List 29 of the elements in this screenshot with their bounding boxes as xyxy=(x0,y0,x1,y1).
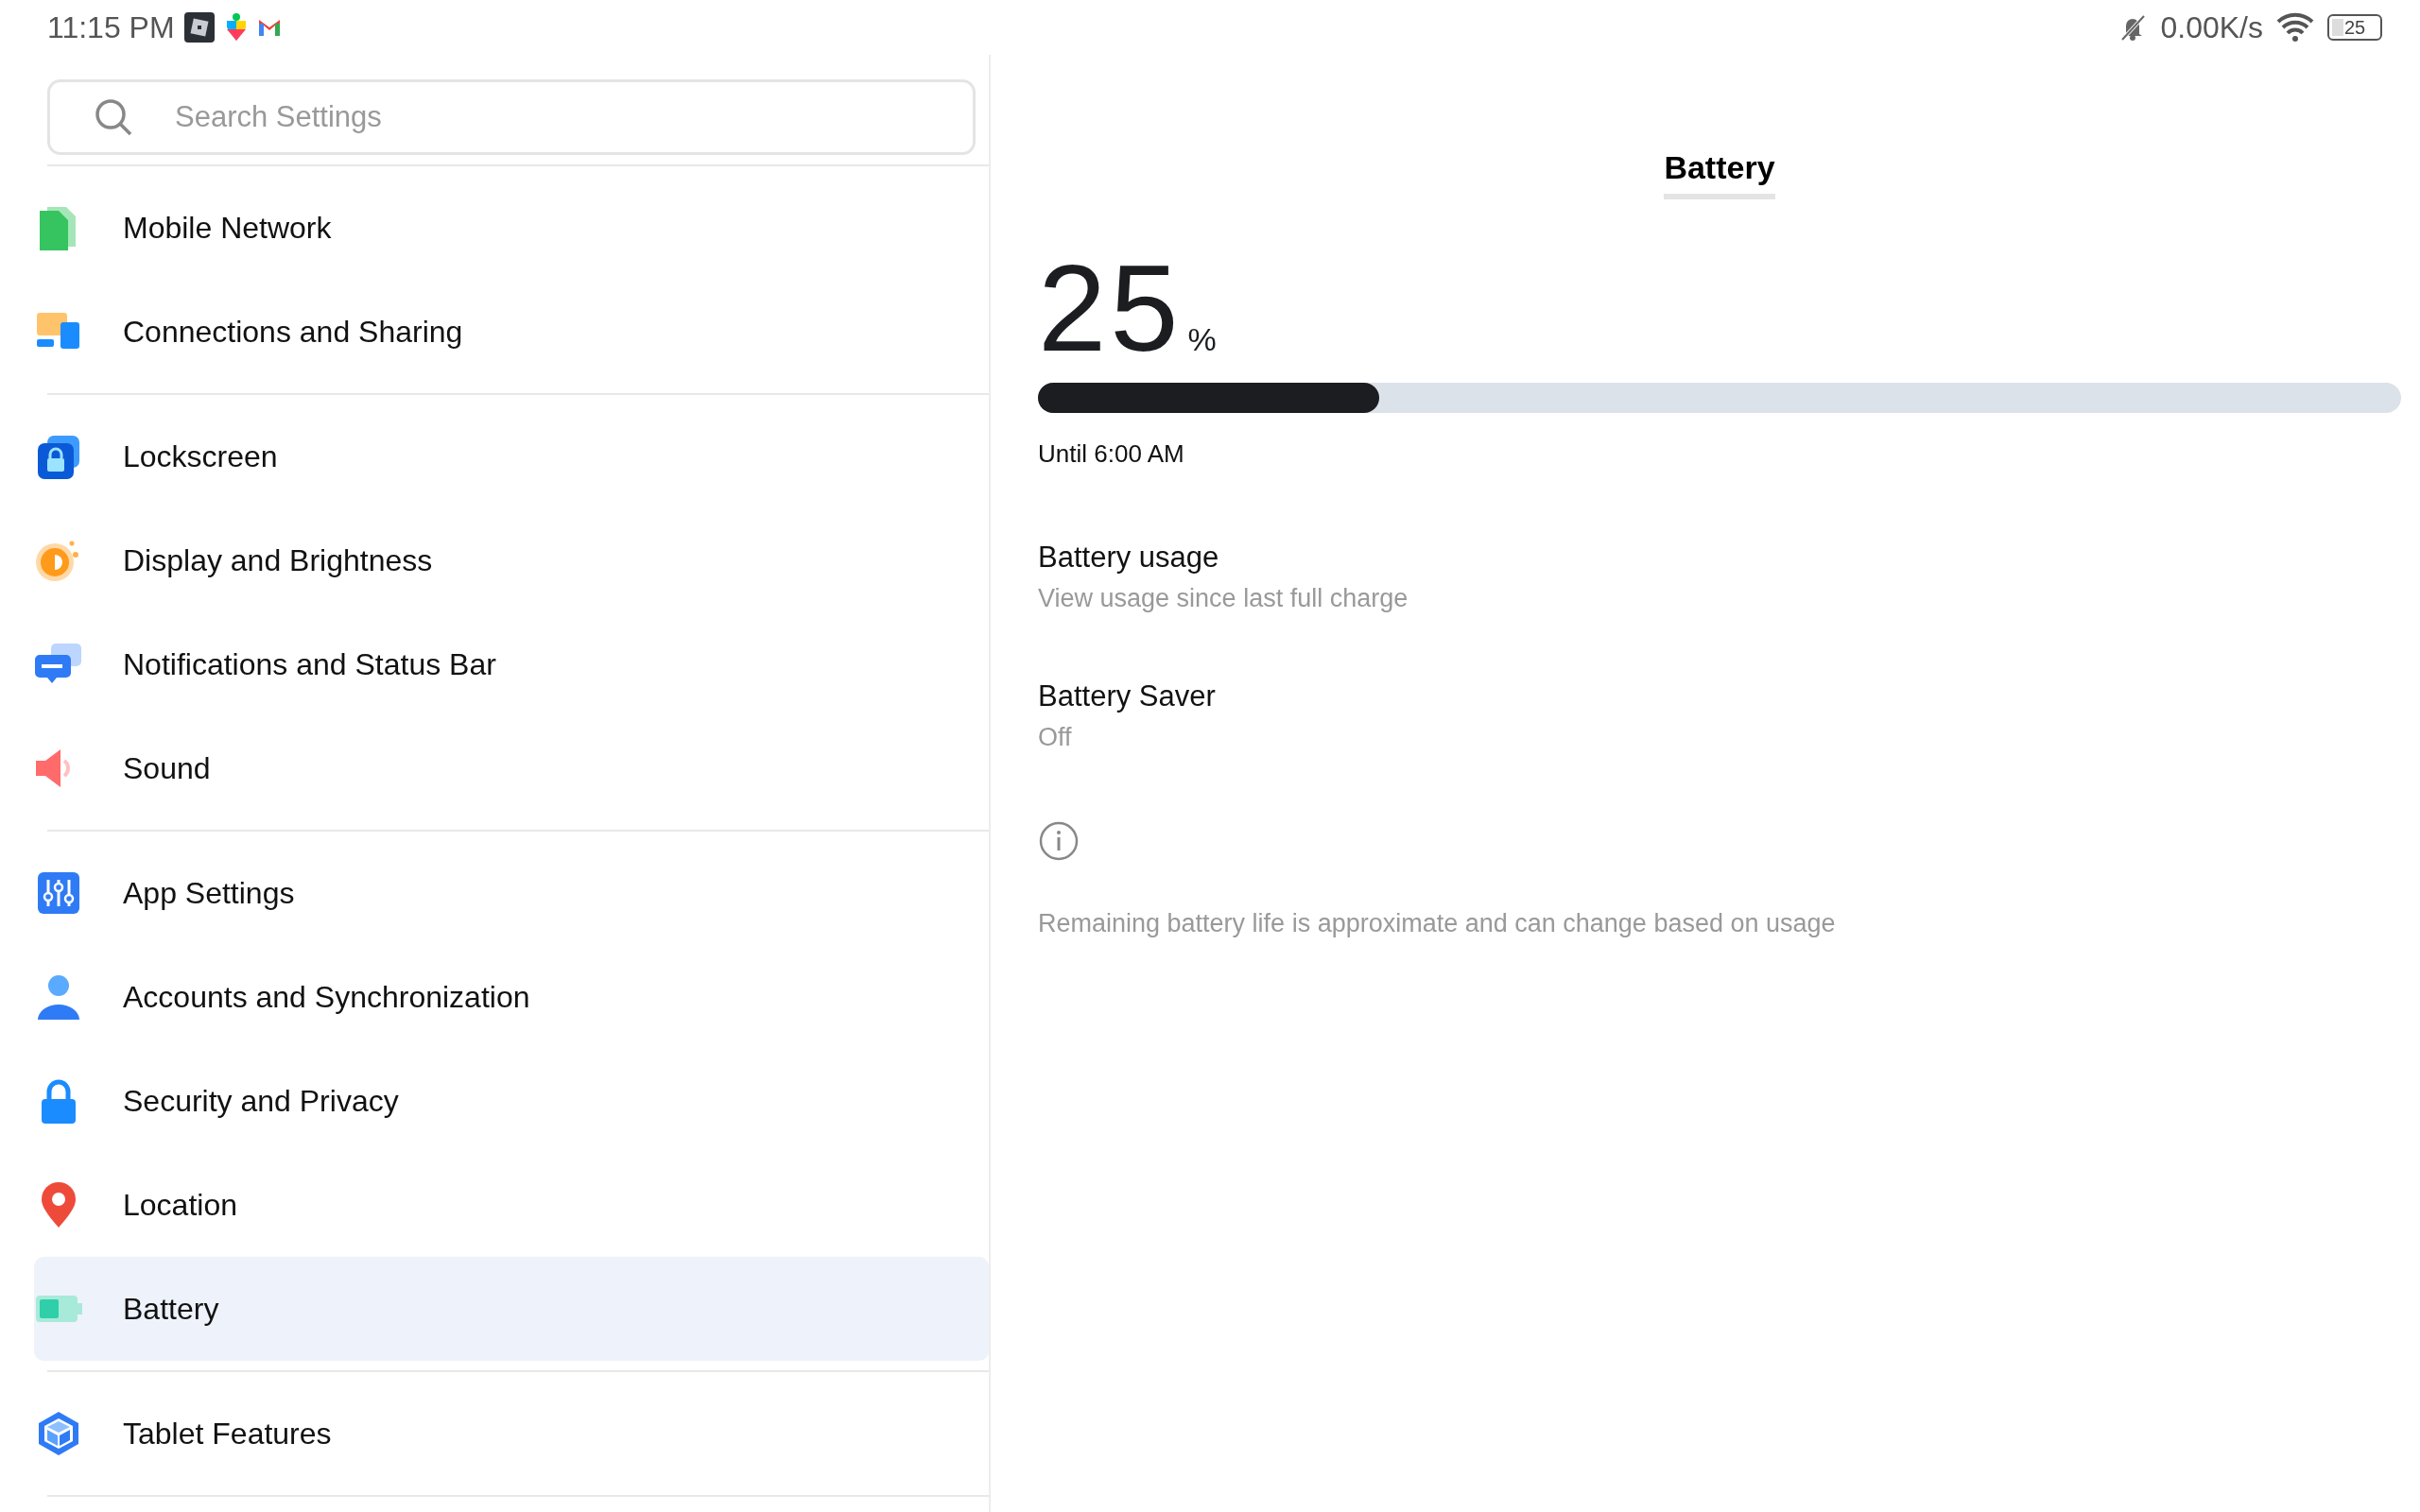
sidebar-item[interactable]: Location xyxy=(34,1153,989,1257)
sidebar-item[interactable]: Accounts and Synchronization xyxy=(34,945,989,1049)
settings-row[interactable]: Battery usage View usage since last full charge xyxy=(1038,541,2401,613)
sidebar-item[interactable]: Lockscreen xyxy=(34,404,989,508)
mail-icon xyxy=(257,18,281,37)
sidebar-item[interactable]: App Settings xyxy=(34,841,989,945)
sidebar-item[interactable]: Connections and Sharing xyxy=(34,280,989,384)
sidebar-item[interactable]: Display and Brightness xyxy=(34,508,989,612)
page-title: Battery xyxy=(1664,149,1775,199)
sidebar-item[interactable]: Security and Privacy xyxy=(34,1049,989,1153)
sidebar-item[interactable]: Mobile Network xyxy=(34,176,989,280)
search-field[interactable]: Search Settings xyxy=(47,79,976,155)
sidebar-item[interactable]: Sound xyxy=(34,716,989,820)
sidebar-item[interactable]: Notifications and Status Bar xyxy=(34,612,989,716)
sidebar-item[interactable]: Battery xyxy=(34,1257,989,1361)
info-icon xyxy=(1038,820,1080,862)
network-speed: 0.00K/s xyxy=(2160,9,2263,45)
settings-row[interactable]: Battery Saver Off xyxy=(1038,679,2401,752)
battery-indicator: 25 xyxy=(2327,14,2382,41)
battery-percentage: 25 xyxy=(1038,247,1183,369)
wifi-icon xyxy=(2276,12,2314,43)
muted-bell-icon xyxy=(2118,13,2148,42)
percent-sign: % xyxy=(1187,321,1217,358)
search-icon xyxy=(93,96,134,138)
clock: 11:15 PM xyxy=(47,9,175,45)
sidebar-item[interactable]: Tablet Features xyxy=(34,1382,989,1486)
info-note: Remaining battery life is approximate and can change based on usage xyxy=(1038,909,1837,938)
time-estimate: Until 6:00 AM xyxy=(1038,439,1185,469)
app-icon xyxy=(183,12,215,43)
